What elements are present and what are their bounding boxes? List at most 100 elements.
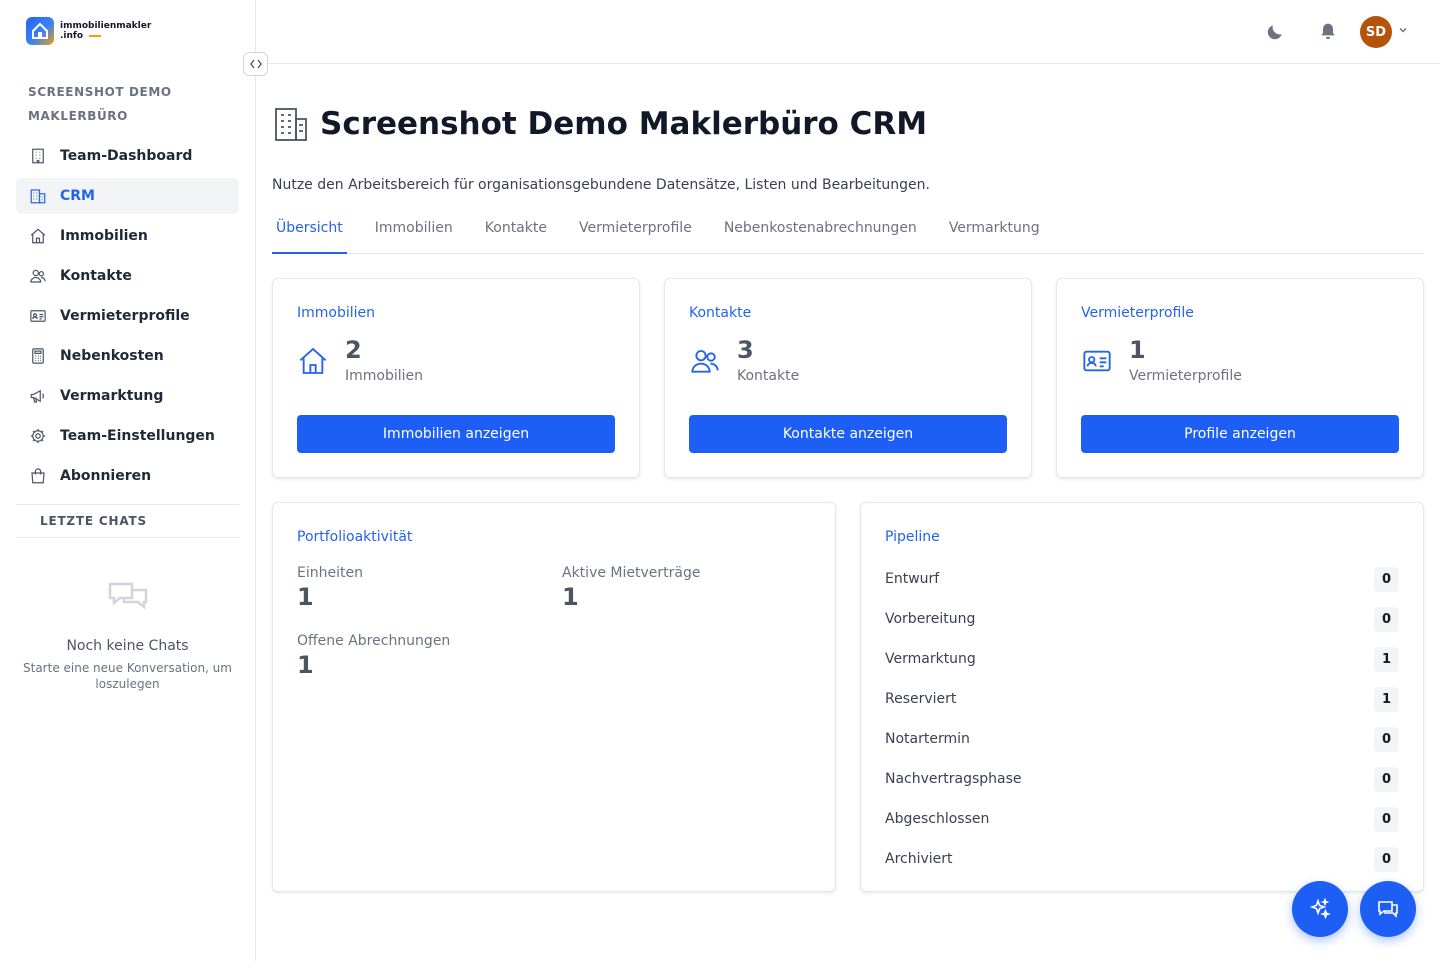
sidebar-item-label: CRM: [60, 188, 95, 204]
sidebar-item-abonnieren[interactable]: Abonnieren: [16, 458, 239, 494]
pipeline-row: Vorbereitung 0: [885, 599, 1399, 639]
sidebar-item-label: Team-Einstellungen: [60, 428, 215, 444]
sidebar-item-team-einstellungen[interactable]: Team-Einstellungen: [16, 418, 239, 454]
chat-bubbles-icon: [108, 582, 147, 610]
empty-chats-title: Noch keine Chats: [66, 638, 189, 654]
pipeline-stage: Entwurf: [885, 571, 940, 587]
pipeline-stage: Vorbereitung: [885, 611, 976, 627]
user-avatar[interactable]: SD: [1360, 16, 1392, 48]
notifications-button[interactable]: [1318, 21, 1338, 47]
stat-label: Kontakte: [737, 368, 800, 384]
pipeline-row: Vermarktung 1: [885, 639, 1399, 679]
moon-icon: [1267, 25, 1282, 40]
sparkles-icon: [1309, 897, 1331, 920]
id-card-icon: [28, 306, 48, 326]
stat-value: 1: [1129, 336, 1146, 364]
brand-underline: [89, 35, 102, 37]
sidebar-item-kontakte[interactable]: Kontakte: [16, 258, 239, 294]
page-title: Screenshot Demo Maklerbüro CRM: [320, 106, 928, 142]
stat-label: Immobilien: [345, 368, 424, 384]
pipeline-row: Reserviert 1: [885, 679, 1399, 719]
sidebar-item-label: Abonnieren: [60, 468, 152, 484]
sidebar-item-crm[interactable]: CRM: [16, 178, 239, 214]
metric-label: Offene Abrechnungen: [297, 633, 451, 649]
chat-button[interactable]: [1360, 881, 1416, 937]
stat-value: 3: [737, 336, 754, 364]
calculator-icon: [28, 346, 48, 366]
pipeline-row: Abgeschlossen 0: [885, 799, 1399, 839]
sidebar-item-label: Vermieterprofile: [60, 308, 190, 324]
count-badge: 0: [1374, 726, 1399, 752]
buildings-icon: [28, 186, 48, 206]
portfolio-activity-card: Portfolioaktivität Einheiten 1 Aktive Mi…: [272, 502, 836, 892]
tab-bar: Übersicht Immobilien Kontakte Vermieterp…: [272, 210, 1424, 254]
metric-label: Einheiten: [297, 565, 363, 581]
sidebar-item-label: Team-Dashboard: [60, 148, 193, 164]
dark-mode-toggle[interactable]: [1265, 22, 1285, 46]
sidebar-item-label: Immobilien: [60, 228, 148, 244]
tab-uebersicht[interactable]: Übersicht: [272, 210, 347, 254]
megaphone-icon: [28, 386, 48, 406]
metric-value: 1: [297, 583, 314, 611]
sidebar-nav: Team-Dashboard CRM Immobilien Kontakte V…: [16, 138, 239, 498]
sidebar-collapse-button[interactable]: [243, 52, 268, 76]
stat-card-immobilien: Immobilien 2 Immobilien Immobilien anzei…: [272, 278, 640, 478]
metric-einheiten: Einheiten 1: [297, 565, 363, 611]
chevron-down-icon[interactable]: [1398, 25, 1408, 38]
gear-icon: [28, 426, 48, 446]
shopping-bag-icon: [28, 466, 48, 486]
bell-icon: [1321, 23, 1335, 40]
pipeline-list: Entwurf 0 Vorbereitung 0 Vermarktung 1 Rese…: [885, 559, 1399, 879]
sidebar-item-nebenkosten[interactable]: Nebenkosten: [16, 338, 239, 374]
ai-assistant-button[interactable]: [1292, 881, 1348, 937]
sidebar-item-label: Nebenkosten: [60, 348, 164, 364]
sidebar: immobilienmakler .info SCREENSHOT DEMO M…: [0, 0, 256, 961]
tab-vermieterprofile[interactable]: Vermieterprofile: [575, 210, 696, 254]
id-card-icon: [1083, 350, 1111, 372]
building-icon: [275, 108, 307, 141]
count-badge: 0: [1374, 846, 1399, 872]
count-badge: 0: [1374, 606, 1399, 632]
sidebar-item-team-dashboard[interactable]: Team-Dashboard: [16, 138, 239, 174]
card-title: Immobilien: [297, 305, 376, 321]
metric-label: Aktive Mietverträge: [562, 565, 701, 581]
card-title: Portfolioaktivität: [297, 529, 413, 545]
count-badge: 0: [1374, 566, 1399, 592]
tab-nebenkostenabrechnungen[interactable]: Nebenkostenabrechnungen: [720, 210, 921, 254]
card-title: Kontakte: [689, 305, 752, 321]
sidebar-item-vermarktung[interactable]: Vermarktung: [16, 378, 239, 414]
recent-chats-heading: LETZTE CHATS: [16, 504, 239, 538]
count-badge: 0: [1374, 806, 1399, 832]
stat-card-vermieterprofile: Vermieterprofile 1 Vermieterprofile Prof…: [1056, 278, 1424, 478]
view-immobilien-button[interactable]: Immobilien anzeigen: [297, 415, 615, 453]
sidebar-item-vermieterprofile[interactable]: Vermieterprofile: [16, 298, 239, 334]
sidebar-item-label: Kontakte: [60, 268, 132, 284]
view-kontakte-button[interactable]: Kontakte anzeigen: [689, 415, 1007, 453]
organization-name: SCREENSHOT DEMO MAKLERBÜRO: [28, 85, 172, 123]
pipeline-row: Entwurf 0: [885, 559, 1399, 599]
tab-kontakte[interactable]: Kontakte: [481, 210, 551, 254]
count-badge: 0: [1374, 766, 1399, 792]
building-icon: [28, 146, 48, 166]
empty-chats-hint: Starte eine neue Konversation, um loszul…: [23, 661, 232, 691]
count-badge: 1: [1374, 686, 1399, 712]
chat-bubbles-icon: [1378, 901, 1398, 918]
pipeline-stage: Reserviert: [885, 691, 957, 707]
brand-name: immobilienmakler: [60, 21, 152, 31]
card-title: Pipeline: [885, 529, 940, 545]
sidebar-item-label: Vermarktung: [60, 388, 164, 404]
stat-value: 2: [345, 336, 362, 364]
tab-immobilien[interactable]: Immobilien: [371, 210, 457, 254]
home-icon: [28, 226, 48, 246]
tab-vermarktung[interactable]: Vermarktung: [945, 210, 1044, 254]
stat-label: Vermieterprofile: [1129, 368, 1242, 384]
brand-logo[interactable]: immobilienmakler .info: [26, 17, 151, 45]
users-icon: [691, 350, 719, 373]
pipeline-row: Archiviert 0: [885, 839, 1399, 879]
card-title: Vermieterprofile: [1081, 305, 1194, 321]
view-profiles-button[interactable]: Profile anzeigen: [1081, 415, 1399, 453]
code-brackets-icon: [249, 59, 262, 69]
brand-domain: .info: [60, 31, 84, 41]
sidebar-item-immobilien[interactable]: Immobilien: [16, 218, 239, 254]
pipeline-stage: Abgeschlossen: [885, 811, 990, 827]
